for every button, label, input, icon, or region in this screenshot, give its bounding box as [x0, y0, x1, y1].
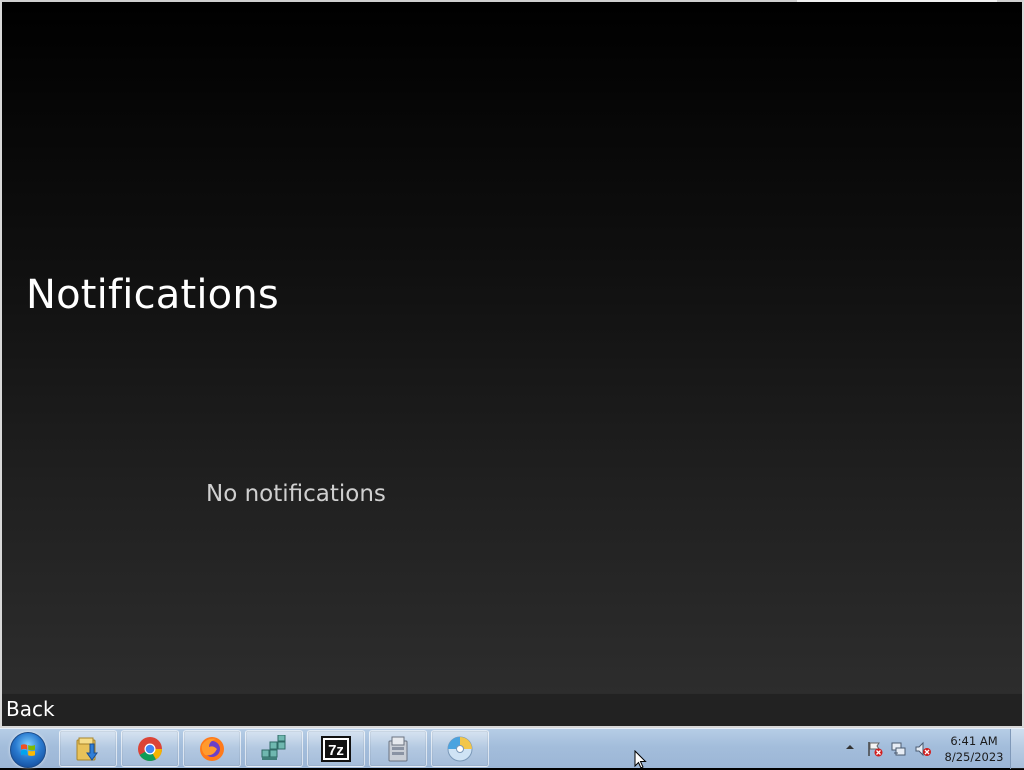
back-button[interactable]: Back [4, 697, 57, 721]
page-title: Notifications [26, 272, 279, 318]
clock-date: 8/25/2023 [944, 750, 1004, 764]
taskbar-button-registry[interactable] [245, 730, 303, 767]
notifications-window: Notifications No notifications Back [0, 0, 1024, 728]
start-button[interactable] [4, 730, 50, 768]
folder-icon [76, 737, 98, 761]
taskbar-button-7zip[interactable]: 7z [307, 730, 365, 767]
window-top-strip [797, 0, 997, 2]
mouse-cursor-icon [634, 750, 647, 769]
clock-time: 6:41 AM [950, 734, 998, 748]
taskbar: 7z 6:41 AM 8/25/2023 [0, 728, 1024, 769]
empty-state-message: No notifications [206, 481, 386, 507]
system-clock[interactable]: 6:41 AM 8/25/2023 [942, 733, 1006, 765]
disc-icon [447, 736, 473, 762]
chrome-icon [138, 737, 162, 762]
installer-icon [388, 736, 408, 762]
volume-muted-icon[interactable] [914, 740, 932, 758]
taskbar-button-explorer[interactable] [59, 730, 117, 767]
network-icon[interactable] [890, 740, 908, 758]
taskbar-button-media[interactable] [431, 730, 489, 767]
svg-text:7z: 7z [328, 742, 344, 759]
7zip-icon: 7z [321, 736, 351, 762]
show-desktop-button[interactable] [1010, 729, 1024, 769]
action-center-flag-icon[interactable] [866, 740, 884, 758]
taskbar-button-installer[interactable] [369, 730, 427, 767]
windows-logo-icon [10, 732, 46, 768]
taskbar-button-chrome[interactable] [121, 730, 179, 767]
show-hidden-icons-icon[interactable] [843, 740, 857, 754]
taskbar-button-firefox[interactable] [183, 730, 241, 767]
registry-cubes-icon [261, 735, 286, 760]
firefox-icon [200, 737, 224, 761]
app-bar: Back [2, 693, 1022, 726]
